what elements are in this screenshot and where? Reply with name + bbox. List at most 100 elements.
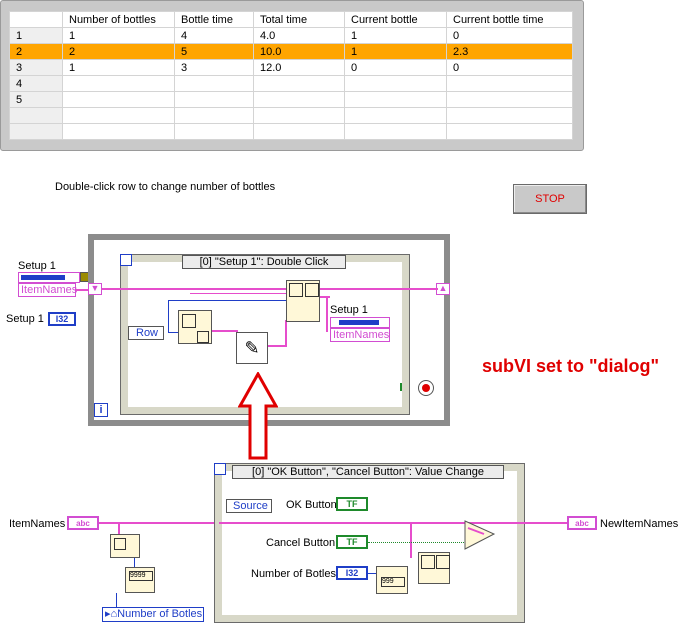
table-frame: Number of bottles Bottle time Total time… (0, 0, 584, 151)
source-terminal[interactable]: Source (226, 499, 272, 513)
table-property-node[interactable] (178, 310, 212, 344)
table-cell[interactable] (446, 123, 573, 140)
table-cell[interactable] (62, 123, 175, 140)
table-cell[interactable]: 10.0 (253, 43, 345, 60)
table-row[interactable]: 4 (9, 75, 573, 92)
table-cell[interactable]: 0 (446, 27, 573, 44)
wire (410, 522, 412, 558)
setup1-i32-label: Setup 1 (6, 313, 44, 325)
setup1-label: Setup 1 (18, 260, 56, 272)
itemnames-in-terminal[interactable]: abc (67, 516, 99, 530)
row-terminal[interactable]: Row (128, 326, 164, 340)
table-header-row: Number of bottles Bottle time Total time… (9, 11, 573, 28)
itemnames-indicator[interactable]: ItemNames (18, 283, 77, 297)
table-cell[interactable] (174, 123, 254, 140)
stop-button[interactable]: STOP (513, 184, 587, 214)
table-cell[interactable] (62, 107, 175, 124)
table-cell[interactable]: 5 (174, 43, 254, 60)
inner-setup1-label: Setup 1 (330, 304, 368, 316)
table-cell[interactable]: 1 (344, 27, 447, 44)
wire (99, 522, 219, 524)
row-header-cell[interactable]: 4 (9, 75, 63, 92)
table-cell[interactable]: 1 (62, 27, 175, 44)
table-cell[interactable] (174, 107, 254, 124)
table-header-cell (9, 11, 63, 28)
stop-condition-terminal[interactable] (418, 380, 434, 396)
event-case-selector[interactable]: [0] "Setup 1": Double Click (182, 255, 346, 269)
inner-setup1-ref[interactable] (330, 317, 390, 328)
table-cell[interactable]: 2.3 (446, 43, 573, 60)
wire (326, 296, 328, 332)
table-cell[interactable]: 0 (344, 59, 447, 76)
setup1-listbox-ref[interactable] (18, 272, 80, 283)
table-row[interactable] (9, 123, 573, 140)
row-header-cell[interactable]: 3 (9, 59, 63, 76)
number-of-botles-terminal[interactable]: I32 (336, 566, 368, 580)
table-row[interactable]: 1 1 4 4.0 1 0 (9, 27, 573, 44)
pencil-icon[interactable]: ✎ (236, 332, 268, 364)
format-node[interactable]: 9999 (125, 567, 155, 593)
table-cell[interactable] (344, 107, 447, 124)
wire (212, 330, 238, 332)
table-header-cell: Bottle time (174, 11, 254, 28)
setup1-i32-terminal[interactable]: I32 (48, 312, 76, 326)
table-icon (197, 331, 209, 343)
subvi-event-case-text: [0] "OK Button", "Cancel Button": Value … (252, 466, 484, 478)
wire (76, 289, 88, 291)
table-row[interactable]: 3 1 3 12.0 0 0 (9, 59, 573, 76)
array-icon (305, 283, 319, 297)
table-cell[interactable] (446, 91, 573, 108)
table-cell[interactable] (344, 75, 447, 92)
table-cell[interactable]: 0 (446, 59, 573, 76)
table-cell[interactable] (344, 91, 447, 108)
cancel-button-terminal[interactable]: TF (336, 535, 368, 549)
table-cell[interactable] (253, 123, 345, 140)
table-cell[interactable] (253, 91, 345, 108)
table-cell[interactable] (253, 75, 345, 92)
table-cell[interactable] (446, 107, 573, 124)
format-into-string-node[interactable]: 999 (376, 566, 408, 594)
loop-iteration-terminal: i (94, 403, 108, 417)
row-header-cell[interactable]: 1 (9, 27, 63, 44)
table-cell[interactable] (174, 91, 254, 108)
table-cell[interactable]: 1 (62, 59, 175, 76)
itemnames-in-label: ItemNames (9, 518, 66, 530)
row-header-cell[interactable]: 5 (9, 91, 63, 108)
table-cell[interactable] (62, 75, 175, 92)
row-header-cell[interactable] (9, 123, 63, 140)
replace-subset-node[interactable] (418, 552, 450, 584)
table-cell[interactable]: 4 (174, 27, 254, 44)
ok-button-terminal[interactable]: TF (336, 497, 368, 511)
table-cell[interactable]: 2 (62, 43, 175, 60)
new-itemnames-terminal[interactable]: abc (567, 516, 597, 530)
replace-array-node[interactable] (286, 280, 320, 322)
ref-wire (168, 300, 169, 333)
table-row[interactable] (9, 107, 573, 124)
wire (268, 345, 286, 347)
table-cell[interactable] (446, 75, 573, 92)
table-cell[interactable] (253, 107, 345, 124)
table-cell[interactable] (174, 75, 254, 92)
inner-itemnames-indicator[interactable]: ItemNames (330, 328, 390, 342)
select-icon[interactable] (464, 520, 496, 550)
subvi-event-case-selector[interactable]: [0] "OK Button", "Cancel Button": Value … (232, 465, 504, 479)
table-cell[interactable]: 3 (174, 59, 254, 76)
array-size-node[interactable] (110, 534, 140, 558)
table-cell[interactable]: 4.0 (253, 27, 345, 44)
table-cell[interactable] (344, 123, 447, 140)
table-row[interactable]: 2 2 5 10.0 1 2.3 (9, 43, 573, 60)
wire (368, 542, 468, 544)
ok-button-label: OK Button (286, 499, 337, 511)
itemnames-branch-wire (190, 293, 288, 294)
annotation-text: subVI set to "dialog" (482, 356, 660, 376)
table-row[interactable]: 5 (9, 91, 573, 108)
table-cell[interactable]: 12.0 (253, 59, 345, 76)
row-header-cell[interactable] (9, 107, 63, 124)
property-label: Number of Botles (117, 608, 203, 620)
table-cell[interactable] (62, 91, 175, 108)
row-header-cell[interactable]: 2 (9, 43, 63, 60)
number-of-botles-property[interactable]: ▸⌂Number of Botles (102, 607, 204, 622)
itemnames-wire (102, 288, 438, 290)
table-cell[interactable]: 1 (344, 43, 447, 60)
data-table[interactable]: Number of bottles Bottle time Total time… (9, 11, 573, 140)
